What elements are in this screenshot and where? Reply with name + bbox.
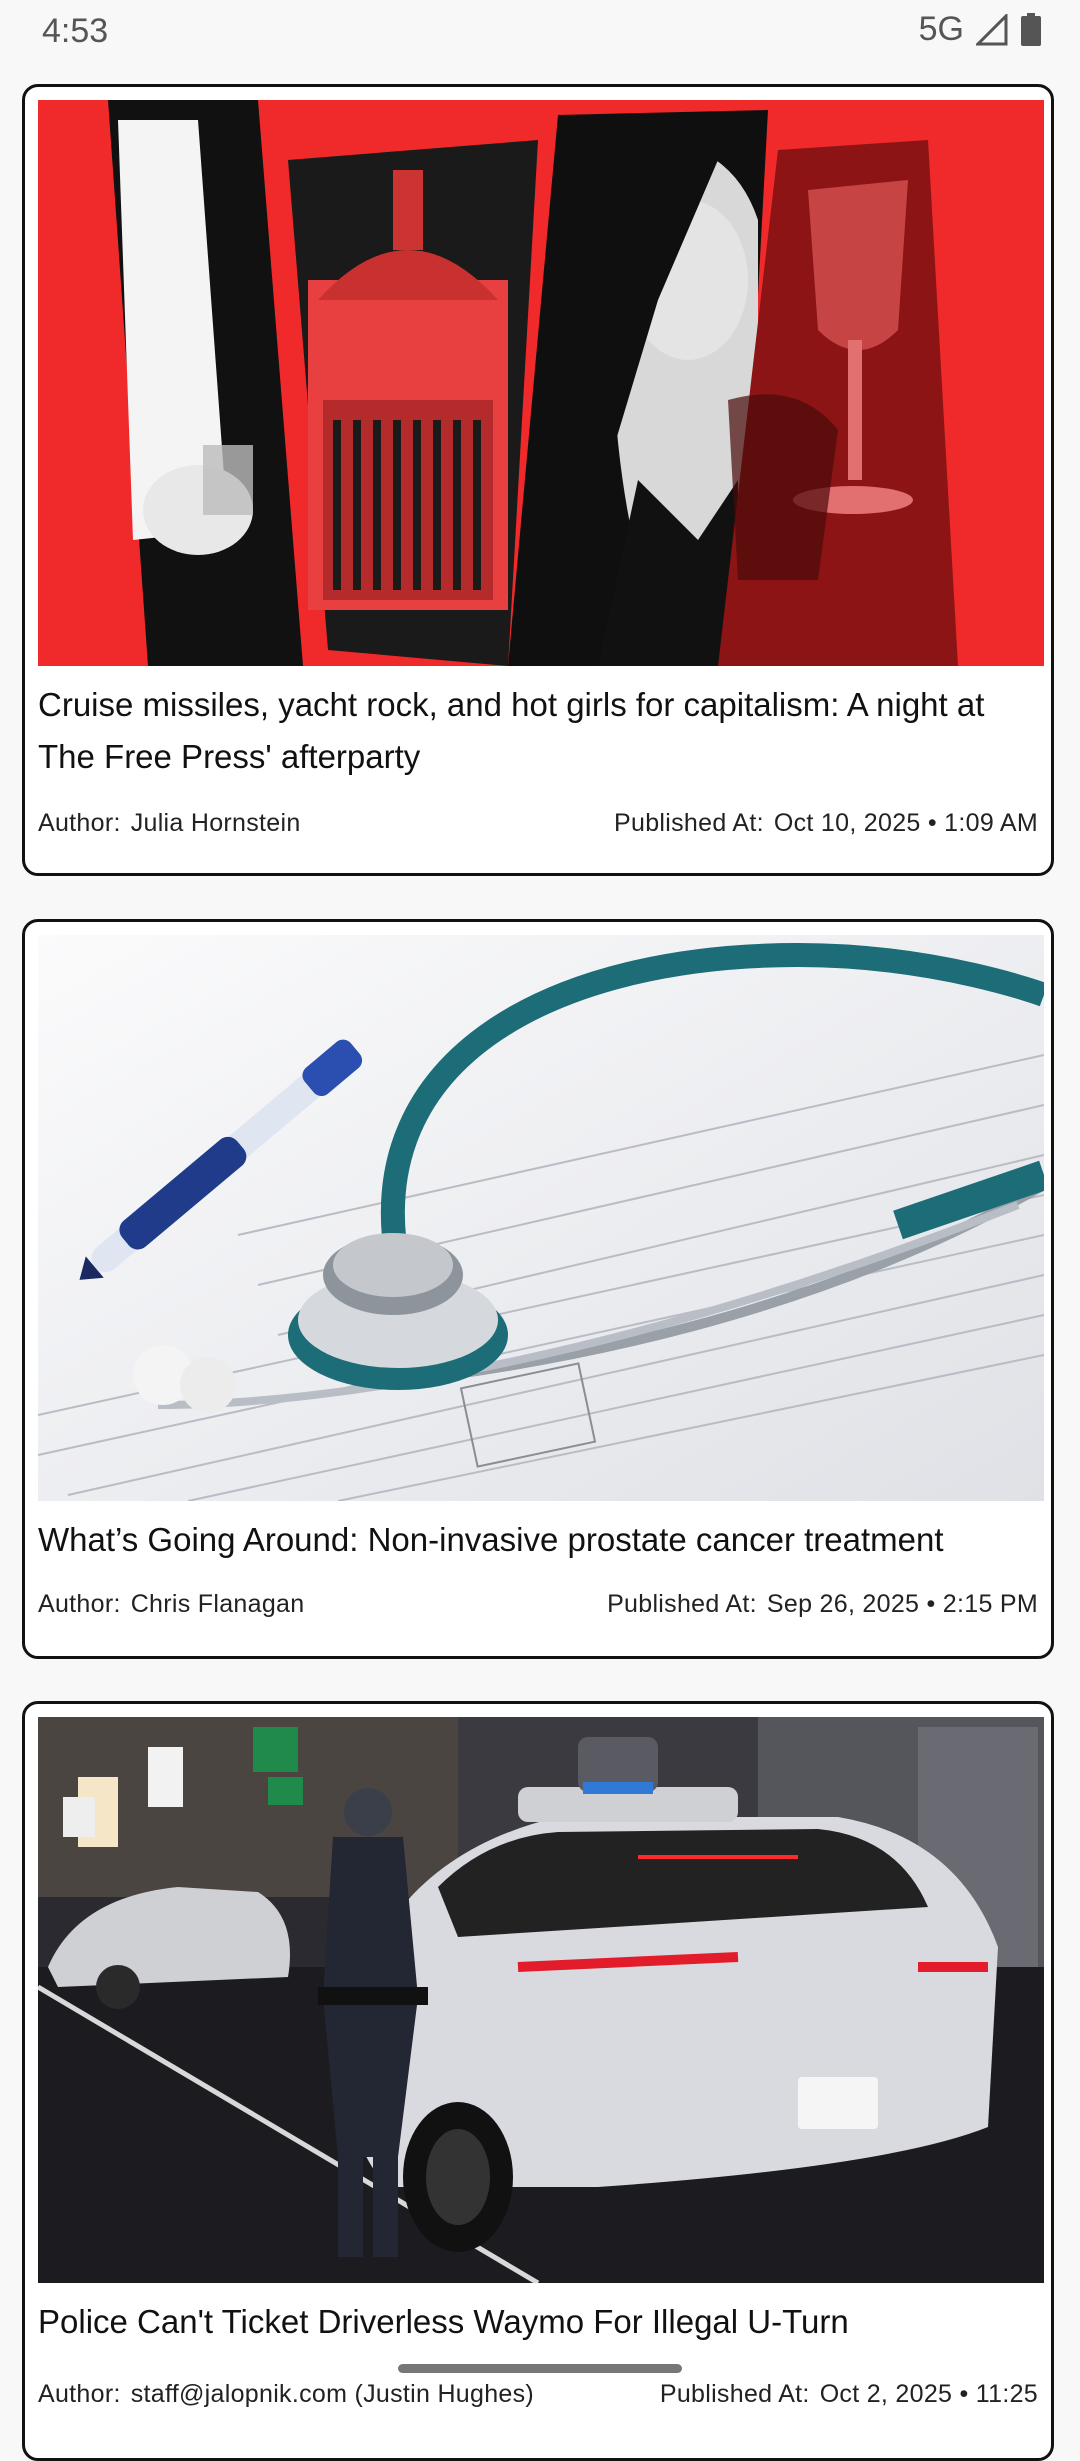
author-line: Author: Chris Flanagan xyxy=(38,1590,304,1619)
author-name: Julia Hornstein xyxy=(130,809,301,837)
article-title[interactable]: Cruise missiles, yacht rock, and hot gir… xyxy=(38,679,1038,783)
article-image-collage[interactable] xyxy=(38,100,1044,666)
author-label: Author: xyxy=(38,2380,121,2408)
author-label: Author: xyxy=(38,809,121,837)
article-title[interactable]: Police Can't Ticket Driverless Waymo For… xyxy=(38,2296,1038,2348)
article-meta: Author: Chris Flanagan Published At: Sep… xyxy=(38,1590,1038,1619)
article-card[interactable]: Police Can't Ticket Driverless Waymo For… xyxy=(22,1701,1054,2461)
article-card[interactable]: Cruise missiles, yacht rock, and hot gir… xyxy=(22,84,1054,876)
home-indicator[interactable] xyxy=(398,2364,682,2373)
article-title[interactable]: What’s Going Around: Non-invasive prosta… xyxy=(38,1514,1038,1566)
published-date: Oct 2, 2025 • 11:25 xyxy=(819,2380,1038,2408)
article-image-waymo[interactable] xyxy=(38,1717,1044,2283)
published-line: Published At: Sep 26, 2025 • 2:15 PM xyxy=(607,1590,1038,1619)
published-label: Published At: xyxy=(614,809,764,837)
author-line: Author: staff@jalopnik.com (Justin Hughe… xyxy=(38,2380,534,2409)
author-label: Author: xyxy=(38,1590,121,1618)
article-image-stethoscope[interactable] xyxy=(38,935,1044,1501)
published-date: Sep 26, 2025 • 2:15 PM xyxy=(766,1590,1038,1618)
published-line: Published At: Oct 2, 2025 • 11:25 xyxy=(660,2380,1038,2409)
published-label: Published At: xyxy=(659,2380,810,2408)
author-name: staff@jalopnik.com (Justin Hughes) xyxy=(130,2380,535,2408)
published-label: Published At: xyxy=(607,1590,757,1618)
author-name: Chris Flanagan xyxy=(130,1590,305,1618)
article-card[interactable]: What’s Going Around: Non-invasive prosta… xyxy=(22,919,1054,1659)
published-date: Oct 10, 2025 • 1:09 AM xyxy=(773,809,1038,837)
article-feed[interactable]: Cruise missiles, yacht rock, and hot gir… xyxy=(0,0,1080,2461)
published-line: Published At: Oct 10, 2025 • 1:09 AM xyxy=(614,809,1038,838)
article-meta: Author: Julia Hornstein Published At: Oc… xyxy=(38,809,1038,838)
author-line: Author: Julia Hornstein xyxy=(38,809,301,838)
article-meta: Author: staff@jalopnik.com (Justin Hughe… xyxy=(38,2380,1038,2409)
